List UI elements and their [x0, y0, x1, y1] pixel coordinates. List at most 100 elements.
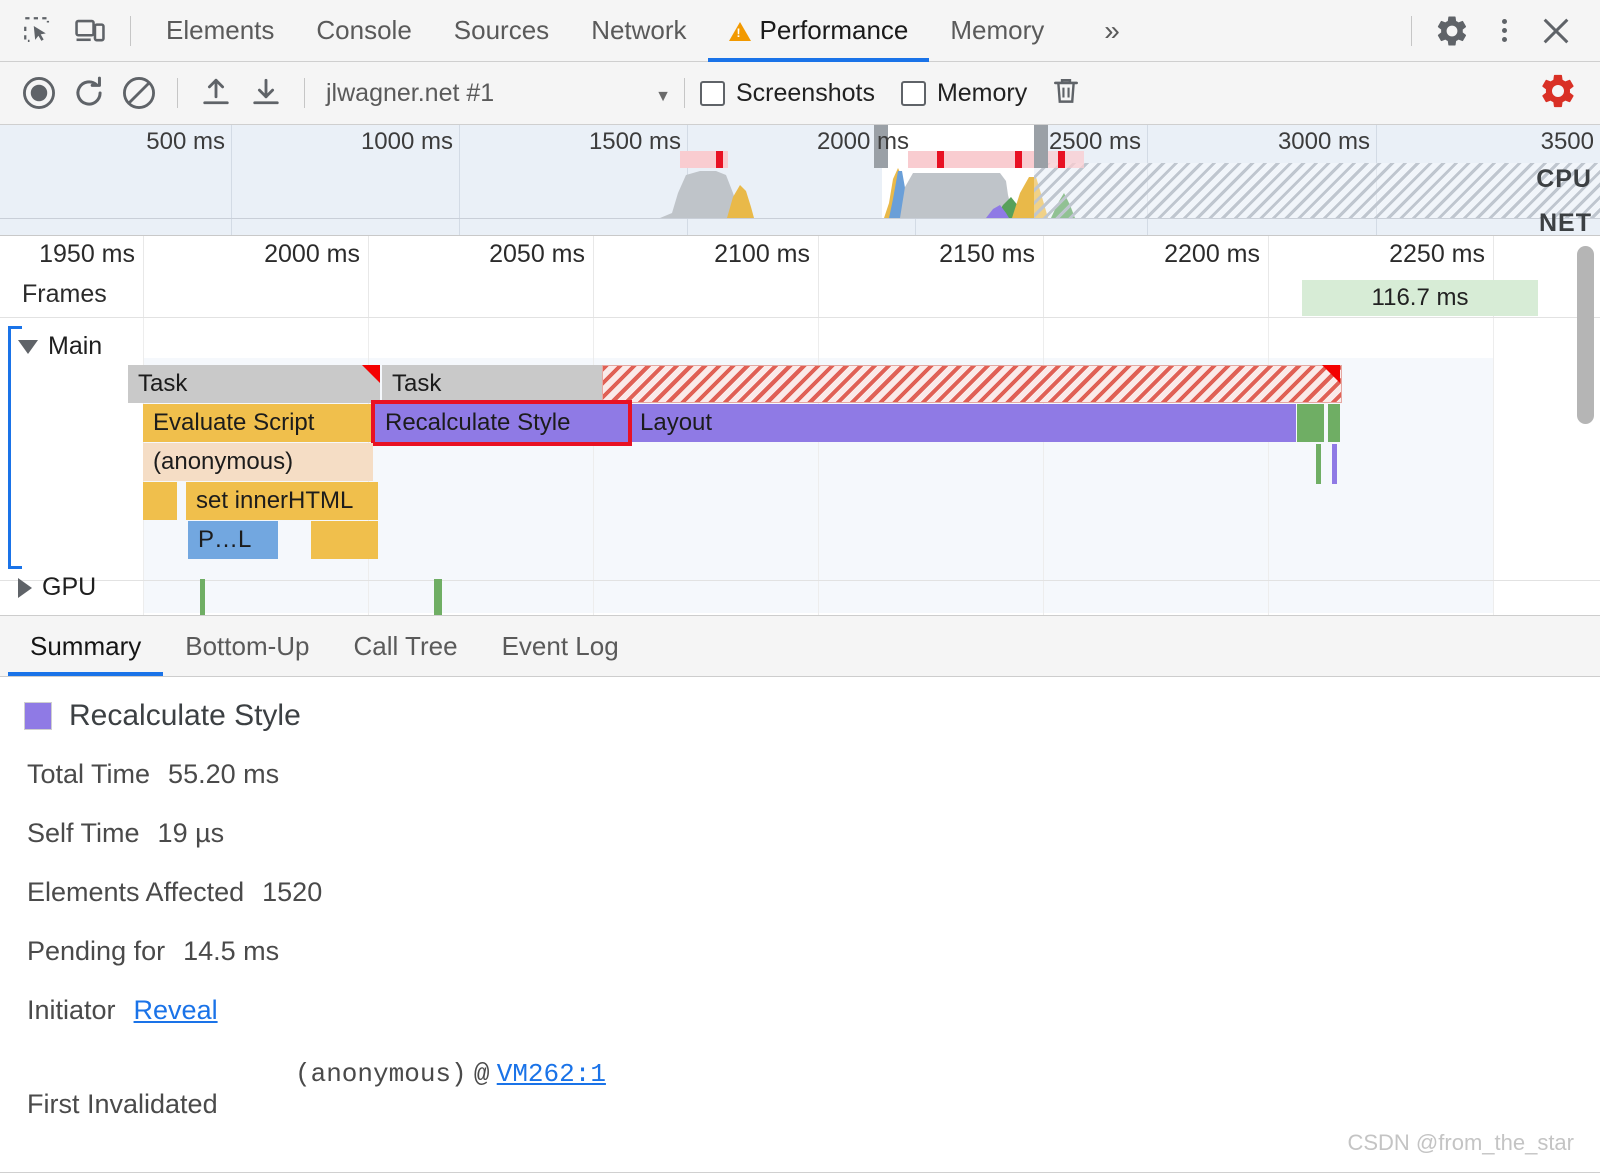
recording-session-selector[interactable]: jlwagner.net #1 ▼: [318, 79, 671, 108]
flame-bar-layout[interactable]: Layout: [630, 404, 1296, 442]
track-label-main: Main: [48, 332, 103, 360]
frame-entry[interactable]: 116.7 ms: [1302, 280, 1538, 316]
ruler-gridline: [143, 236, 144, 317]
ruler-tick: 2150 ms: [939, 240, 1035, 268]
overview-tick: 2000 ms: [816, 128, 909, 155]
flame-bar-task[interactable]: Task: [382, 365, 602, 403]
memory-checkbox-box[interactable]: [900, 80, 926, 106]
warning-triangle-icon: [728, 22, 751, 41]
record-button[interactable]: [14, 68, 64, 118]
timeline-overview[interactable]: 500 ms 1000 ms 1500 ms 2000 ms 2500 ms 3…: [0, 125, 1600, 236]
flame-bar-label: Evaluate Script: [153, 409, 315, 436]
detail-view-tabs: Summary Bottom-Up Call Tree Event Log: [0, 615, 1600, 677]
first-invalidated-at-symbol: @: [473, 1059, 490, 1089]
device-toolbar-icon[interactable]: [64, 8, 116, 54]
summary-value-elements-affected: 1520: [262, 877, 323, 907]
control-divider-1: [177, 78, 178, 108]
control-divider-3: [683, 78, 685, 108]
tab-bottom-up[interactable]: Bottom-Up: [163, 616, 331, 676]
ruler-tick: 2200 ms: [1164, 240, 1260, 268]
flame-bar-recalculate-style[interactable]: Recalculate Style: [375, 404, 628, 442]
save-profile-icon[interactable]: [241, 68, 291, 118]
flame-bar-label: Layout: [640, 409, 713, 436]
tab-event-log[interactable]: Event Log: [480, 616, 641, 676]
flame-bar-composite[interactable]: [1328, 404, 1340, 442]
tab-summary-label: Summary: [30, 630, 142, 661]
flame-bar-set-innerhtml[interactable]: set innerHTML: [186, 482, 378, 520]
inspect-element-icon[interactable]: [12, 8, 64, 54]
reload-and-record-button[interactable]: [64, 68, 114, 118]
flame-thin-marker-green[interactable]: [1316, 444, 1321, 484]
memory-checkbox[interactable]: Memory: [900, 79, 1027, 108]
summary-event-title: Recalculate Style: [24, 699, 301, 733]
overview-cpu-lane-label: CPU: [1536, 165, 1592, 193]
collect-garbage-trash-icon[interactable]: [1049, 74, 1083, 113]
flame-bar-evaluate-script[interactable]: Evaluate Script: [143, 404, 373, 442]
close-icon[interactable]: [1530, 8, 1582, 54]
toolbar-divider: [130, 15, 131, 46]
event-color-swatch: [24, 702, 52, 730]
long-task-warning-corner-icon: [362, 365, 380, 383]
flame-bar-label: (anonymous): [153, 448, 294, 475]
timeline-vertical-scrollbar[interactable]: [1577, 246, 1594, 346]
detail-timeline-ruler: 1950 ms 2000 ms 2050 ms 2100 ms 2150 ms …: [0, 236, 1600, 318]
clear-recording-button[interactable]: [114, 68, 164, 118]
gpu-event-marker[interactable]: [200, 579, 205, 615]
flame-bar-label: Recalculate Style: [385, 409, 571, 436]
flame-bar-task[interactable]: Task: [128, 365, 380, 403]
summary-value-total-time: 55.20 ms: [168, 759, 280, 789]
tab-network[interactable]: Network: [570, 0, 707, 62]
gpu-event-marker[interactable]: [434, 579, 442, 615]
tab-memory[interactable]: Memory: [929, 0, 1065, 62]
summary-label-total-time: Total Time: [27, 759, 151, 789]
flame-gridline: [818, 318, 819, 615]
chevron-right-icon[interactable]: [18, 577, 32, 598]
tab-summary[interactable]: Summary: [8, 616, 164, 676]
ruler-tick: 2100 ms: [714, 240, 810, 268]
more-tabs-button[interactable]: »: [1065, 0, 1155, 62]
tab-call-tree[interactable]: Call Tree: [332, 616, 480, 676]
track-label-gpu: GPU: [42, 573, 97, 601]
chevron-down-icon: ▼: [655, 87, 671, 105]
flame-bar-anonymous[interactable]: (anonymous): [143, 443, 373, 481]
track-header-gpu[interactable]: GPU: [18, 573, 96, 602]
more-options-kebab-icon[interactable]: [1478, 8, 1530, 54]
settings-gear-icon[interactable]: [1426, 8, 1478, 54]
load-profile-icon[interactable]: [191, 68, 241, 118]
flame-bar-script-small-2[interactable]: [311, 521, 378, 559]
screenshots-checkbox-box[interactable]: [699, 80, 725, 106]
tab-sources[interactable]: Sources: [433, 0, 570, 62]
flame-chart[interactable]: Main Task Task Evaluate Script Recalcula…: [0, 318, 1600, 615]
tab-console[interactable]: Console: [295, 0, 432, 62]
ruler-tick: 2050 ms: [489, 240, 585, 268]
ruler-gridline: [1268, 236, 1269, 317]
flame-bar-parse-html[interactable]: P…L: [188, 521, 278, 559]
overview-window-right-handle[interactable]: [1034, 125, 1048, 168]
summary-row-pending-for: Pending for 14.5 ms: [27, 936, 279, 967]
summary-row-initiator: Initiator Reveal: [27, 995, 218, 1026]
flame-bar-long-task[interactable]: [602, 365, 1342, 403]
initiator-reveal-link[interactable]: Reveal: [134, 995, 218, 1026]
track-header-main[interactable]: Main: [18, 332, 102, 361]
flame-gridline: [1043, 318, 1044, 615]
tab-elements[interactable]: Elements: [145, 0, 295, 62]
flame-thin-marker-purple[interactable]: [1332, 444, 1337, 484]
ruler-tick: 2000 ms: [264, 240, 360, 268]
flame-bar-script-small[interactable]: [143, 482, 177, 520]
screenshots-checkbox[interactable]: Screenshots: [699, 78, 875, 108]
first-invalidated-link[interactable]: VM262:1: [497, 1059, 606, 1089]
summary-label-first-invalidated: First Invalidated: [27, 1089, 218, 1119]
screenshots-label: Screenshots: [735, 78, 875, 107]
tab-performance[interactable]: Performance: [707, 0, 930, 62]
summary-label-initiator: Initiator: [27, 995, 116, 1025]
tab-sources-label: Sources: [453, 15, 550, 45]
flame-bar-label: Task: [392, 370, 442, 397]
tab-performance-label: Performance: [759, 15, 909, 45]
flame-gridline: [593, 318, 594, 615]
capture-settings-gear-icon[interactable]: [1538, 71, 1578, 116]
flame-bar-paint[interactable]: [1297, 404, 1324, 442]
chevron-down-icon[interactable]: [18, 339, 38, 354]
overview-longtask-mark: [937, 151, 944, 168]
summary-value-self-time: 19 µs: [157, 818, 225, 848]
tab-elements-label: Elements: [166, 15, 275, 45]
